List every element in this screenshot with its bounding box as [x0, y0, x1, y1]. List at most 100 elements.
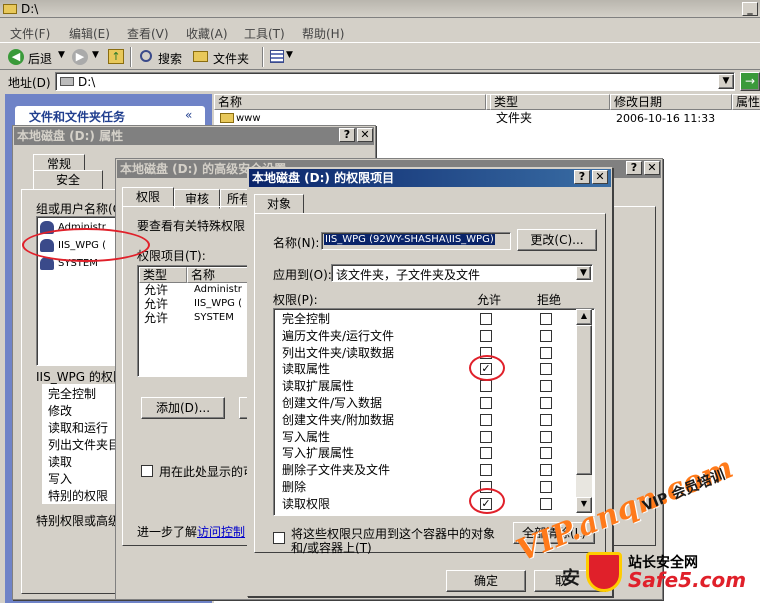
tab-object[interactable]: 对象 [254, 194, 304, 214]
deny-header: 拒绝 [537, 293, 562, 307]
menu-edit[interactable]: 编辑(E) [69, 25, 110, 42]
permission-row: 读取权限 ✓ [274, 496, 574, 513]
address-dropdown-button[interactable]: ▼ [718, 74, 734, 89]
allow-checkbox[interactable] [480, 329, 492, 342]
help-button[interactable]: ? [574, 170, 590, 184]
learn-more-text: 进一步了解访问控制 [137, 523, 245, 540]
special-permissions-text: 特别权限或高级 [36, 514, 121, 528]
column-name[interactable]: 名称 [214, 94, 486, 110]
entry-name: IIS_WPG ( [194, 298, 242, 309]
collapse-icon[interactable]: « [185, 108, 192, 122]
properties-title: 本地磁盘 (D:) 属性 [17, 129, 124, 143]
permission-name: 读取 [48, 455, 73, 469]
menu-help[interactable]: 帮助(H) [302, 25, 344, 42]
deny-checkbox[interactable] [540, 363, 552, 376]
close-button[interactable]: ✕ [592, 170, 608, 184]
deny-checkbox[interactable] [540, 481, 552, 493]
allow-checkbox[interactable] [480, 413, 492, 426]
minimize-button[interactable]: _ [742, 2, 758, 16]
search-icon[interactable] [140, 50, 152, 62]
deny-checkbox[interactable] [540, 447, 552, 460]
scroll-thumb[interactable] [576, 325, 592, 475]
help-button[interactable]: ? [339, 128, 355, 142]
permission-name: 完全控制 [48, 387, 97, 401]
views-dropdown-icon[interactable]: ▼ [286, 50, 293, 60]
access-control-link[interactable]: 访问控制 [197, 525, 245, 539]
deny-checkbox[interactable] [540, 397, 552, 409]
add-button[interactable]: 添加(D)... [141, 397, 225, 419]
back-icon[interactable]: ◀ [8, 49, 24, 65]
table-row[interactable]: 允许 IIS_WPG ( [138, 297, 256, 311]
column-type[interactable]: 类型 [139, 267, 187, 283]
deny-checkbox[interactable] [540, 464, 552, 477]
deny-checkbox[interactable] [540, 497, 552, 510]
permission-row: 创建文件/写入数据 [274, 395, 574, 412]
permission-row: 列出文件夹/读取数据 [274, 345, 574, 362]
deny-checkbox[interactable] [540, 313, 552, 325]
permission-row: 删除子文件夹及文件 [274, 462, 574, 479]
up-folder-icon[interactable]: ↑ [108, 49, 124, 64]
address-input[interactable]: D:\ ▼ [55, 72, 735, 91]
permissions-list: 完全控制 修改 读取和运行 列出文件夹目 读取 写入 特别的权限 [42, 384, 126, 504]
forward-dropdown-icon[interactable]: ▼ [92, 50, 99, 60]
ok-button[interactable]: 确定 [446, 570, 526, 592]
forward-icon[interactable]: ▶ [72, 49, 88, 65]
permission-name: 创建文件/写入数据 [282, 396, 383, 410]
entry-title-bar[interactable]: 本地磁盘 (D:) 的权限项目 ? ✕ [249, 169, 611, 187]
allow-checkbox[interactable] [480, 380, 492, 393]
column-attributes[interactable]: 属性 [732, 94, 760, 110]
apply-to-label: 应用到(O): [273, 268, 332, 282]
menu-file[interactable]: 文件(F) [10, 25, 50, 42]
go-button[interactable]: → [740, 72, 760, 91]
scroll-down-button[interactable]: ▼ [576, 497, 592, 513]
file-type: 文件夹 [496, 111, 533, 125]
tab-security[interactable]: 安全 [33, 170, 103, 190]
change-button[interactable]: 更改(C)... [517, 229, 597, 251]
search-button-label[interactable]: 搜索 [158, 50, 182, 67]
allow-checkbox[interactable] [480, 430, 492, 443]
allow-checkbox[interactable] [480, 397, 492, 409]
apply-to-select[interactable]: 该文件夹，子文件夹及文件 ▼ [331, 264, 593, 282]
permission-row: 读取扩展属性 [274, 378, 574, 395]
scrollbar[interactable]: ▲ ▼ [576, 309, 592, 513]
table-row[interactable]: 允许 SYSTEM [138, 311, 256, 325]
table-row[interactable]: 允许 Administr [138, 283, 256, 297]
deny-checkbox[interactable] [540, 430, 552, 443]
clear-all-button[interactable]: 全部清除(L) [513, 522, 595, 544]
deny-checkbox[interactable] [540, 413, 552, 426]
column-modified[interactable]: 修改日期 [610, 94, 732, 110]
allow-checkbox[interactable] [480, 313, 492, 325]
close-button[interactable]: ✕ [644, 161, 660, 175]
permission-row: 完全控制 [274, 311, 574, 328]
intro-text: 要查看有关特殊权限 [137, 219, 246, 233]
learn-more-prefix: 进一步了解 [137, 525, 198, 539]
column-type[interactable]: 类型 [490, 94, 610, 110]
back-button-label[interactable]: 后退 [28, 50, 52, 67]
tab-permissions[interactable]: 权限 [122, 187, 174, 207]
folders-button-label[interactable]: 文件夹 [213, 50, 249, 67]
chevron-down-icon[interactable]: ▼ [576, 266, 591, 280]
entry-name: Administr [194, 284, 242, 295]
task-panel-header[interactable]: 文件和文件夹任务 « [15, 106, 205, 126]
allow-checkbox[interactable] [480, 447, 492, 460]
views-icon[interactable] [270, 50, 284, 63]
permission-name: 列出文件夹目 [48, 438, 121, 452]
back-dropdown-icon[interactable]: ▼ [58, 50, 65, 60]
explorer-title-bar[interactable]: D:\ _ [0, 0, 760, 18]
inherit-checkbox[interactable] [141, 465, 153, 477]
allow-checkbox[interactable] [480, 464, 492, 477]
folders-icon[interactable] [193, 51, 208, 62]
apply-only-checkbox[interactable] [273, 532, 285, 544]
cancel-button[interactable]: 取 [534, 570, 606, 592]
properties-title-bar[interactable]: 本地磁盘 (D:) 属性 ? ✕ [14, 127, 374, 145]
help-button[interactable]: ? [626, 161, 642, 175]
deny-checkbox[interactable] [540, 346, 552, 359]
menu-view[interactable]: 查看(V) [127, 25, 169, 42]
deny-checkbox[interactable] [540, 329, 552, 342]
scroll-up-button[interactable]: ▲ [576, 309, 592, 325]
apply-to-value: 该文件夹，子文件夹及文件 [336, 268, 481, 282]
menu-favorites[interactable]: 收藏(A) [186, 25, 228, 42]
deny-checkbox[interactable] [540, 380, 552, 393]
close-button[interactable]: ✕ [357, 128, 373, 142]
menu-tools[interactable]: 工具(T) [244, 25, 285, 42]
